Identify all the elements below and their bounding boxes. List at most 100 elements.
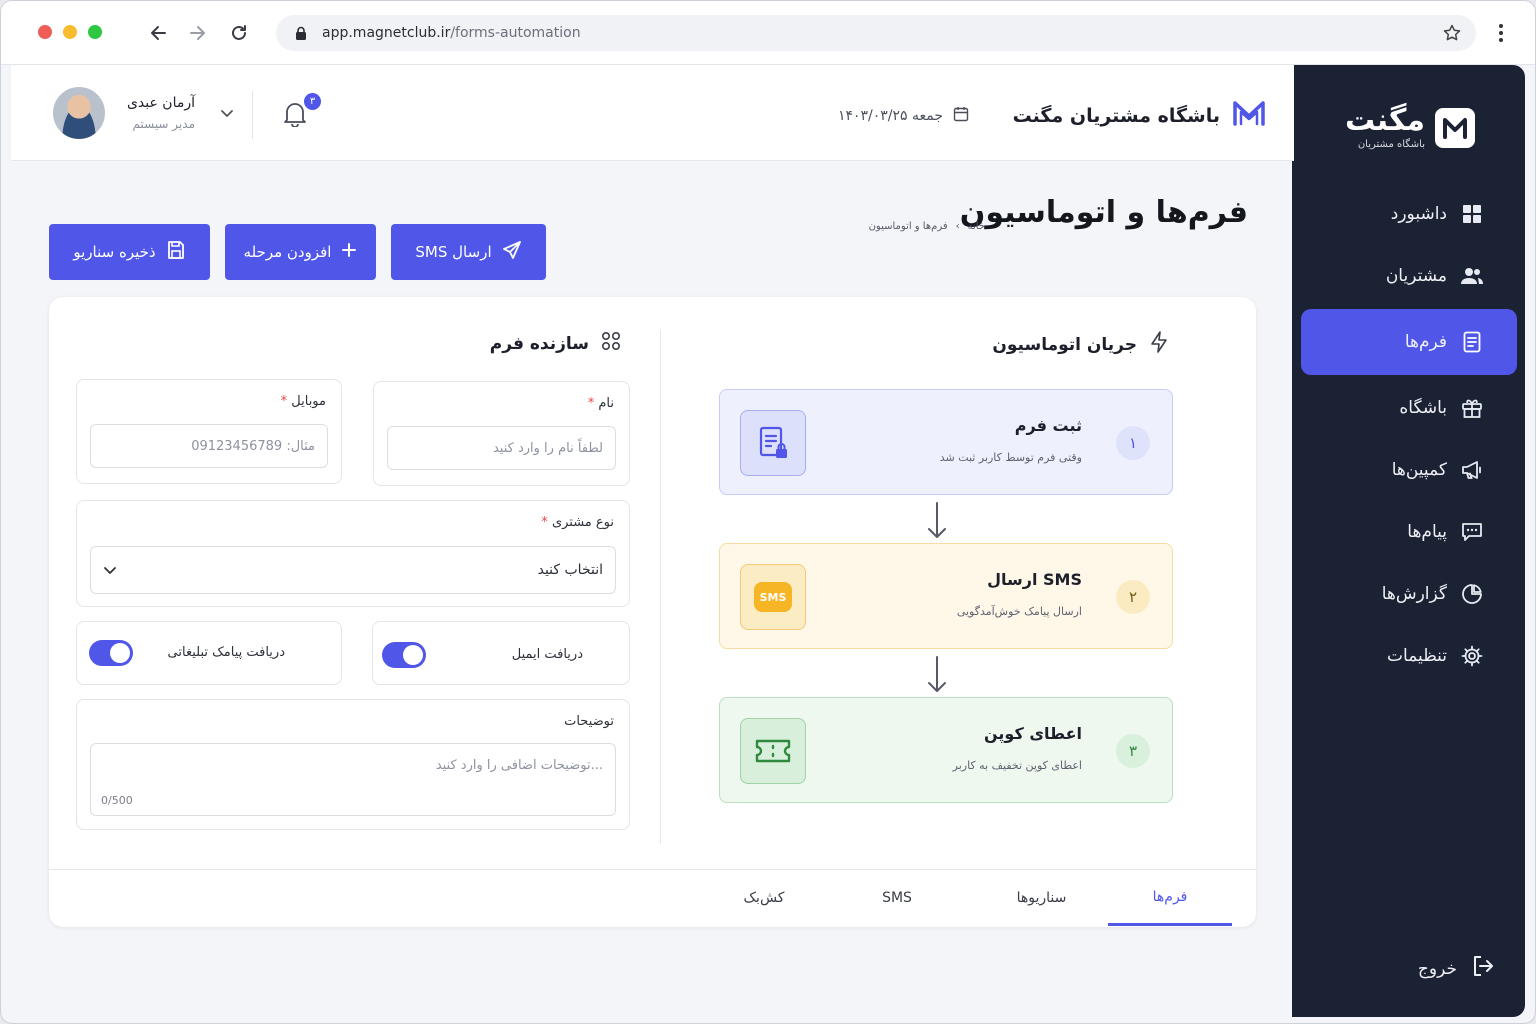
- grid-dots-icon: [601, 331, 621, 356]
- back-arrow-icon[interactable]: [145, 19, 173, 47]
- save-scenario-label: ذخیره سناریو: [73, 243, 156, 261]
- name-label: نام *: [587, 396, 614, 411]
- email-toggle-card: دریافت ایمیل: [372, 621, 630, 685]
- gear-icon: [1461, 645, 1483, 667]
- sidebar-item-label: باشگاه: [1399, 398, 1447, 418]
- customer-type-card: نوع مشتری * انتخاب کنید: [76, 500, 630, 607]
- bell-icon: [283, 103, 307, 131]
- sidebar-menu: داشبورد مشتریان فرم‌ها باشگاه: [1301, 183, 1517, 687]
- add-step-label: افزودن مرحله: [243, 243, 332, 261]
- notification-badge: ۳: [304, 93, 321, 110]
- user-menu[interactable]: آرمان عبدی مدیر سیستم: [51, 85, 235, 141]
- flow-step-send-sms[interactable]: ۲ ارسال SMS ارسال پیامک خوش‌آمدگویی SMS: [719, 543, 1173, 649]
- sidebar-item-label: گزارش‌ها: [1381, 584, 1447, 604]
- sidebar-item-label: مشتریان: [1385, 266, 1447, 286]
- promo-sms-toggle-card: دریافت پیامک تبلیغاتی: [76, 621, 342, 685]
- step-number: ۲: [1116, 580, 1150, 614]
- step-title: ارسال SMS: [987, 570, 1082, 589]
- add-step-button[interactable]: افزودن مرحله: [225, 224, 376, 280]
- close-window-button[interactable]: [38, 25, 52, 39]
- flow-step-give-coupon[interactable]: ۳ اعطای کوپن اعطای کوپن تخفیف به کاربر: [719, 697, 1173, 803]
- tab-forms[interactable]: فرم‌ها: [1108, 870, 1232, 926]
- browser-menu-icon[interactable]: [1491, 21, 1511, 45]
- tab-sms[interactable]: SMS: [857, 870, 937, 926]
- form-builder-header: سازنده فرم: [490, 331, 621, 356]
- arrow-down-icon: [925, 501, 949, 541]
- customer-type-label: نوع مشتری *: [541, 515, 614, 530]
- promo-sms-label: دریافت پیامک تبلیغاتی: [167, 645, 285, 660]
- sidebar-item-forms[interactable]: فرم‌ها: [1301, 309, 1517, 375]
- user-name: آرمان عبدی: [126, 95, 195, 111]
- chevron-down-icon: [103, 563, 117, 581]
- notes-counter: 0/500: [101, 794, 133, 807]
- address-bar[interactable]: app.magnetclub.ir/forms-automation: [276, 15, 1476, 51]
- top-bar: باشگاه مشتریان مگنت جمعه ۱۴۰۳/۰۳/۲۵ ۳ آر…: [11, 65, 1294, 161]
- tab-cashback[interactable]: کش‌بک: [724, 870, 804, 926]
- sms-bubble-icon: SMS: [740, 564, 806, 630]
- sidebar-item-dashboard[interactable]: داشبورد: [1301, 183, 1517, 245]
- browser-window: app.magnetclub.ir/forms-automation مگنت …: [0, 0, 1536, 1024]
- arrow-down-icon: [925, 655, 949, 695]
- breadcrumb: خانه › فرم‌ها و اتوماسیون: [869, 221, 985, 232]
- browser-chrome: app.magnetclub.ir/forms-automation: [1, 1, 1535, 65]
- reload-icon[interactable]: [225, 19, 253, 47]
- users-icon: [1461, 265, 1483, 287]
- step-number: ۳: [1116, 734, 1150, 768]
- save-icon: [166, 240, 186, 264]
- ticket-icon: [740, 718, 806, 784]
- step-title: ثبت فرم: [1014, 416, 1082, 435]
- form-builder-title: سازنده فرم: [489, 333, 589, 354]
- save-scenario-button[interactable]: ذخیره سناریو: [49, 224, 210, 280]
- avatar: [51, 85, 107, 141]
- sidebar-item-label: پیام‌ها: [1407, 522, 1447, 542]
- bookmark-star-icon[interactable]: [1442, 23, 1462, 43]
- maximize-window-button[interactable]: [88, 25, 102, 39]
- notifications-button[interactable]: ۳: [283, 93, 321, 131]
- app-title: باشگاه مشتریان مگنت: [1012, 104, 1220, 127]
- magnet-logo-icon: [1435, 107, 1475, 148]
- promo-sms-toggle[interactable]: [89, 640, 133, 666]
- notes-textarea[interactable]: توضیحات اضافی را وارد کنید... 0/500: [90, 743, 616, 816]
- breadcrumb-separator: ›: [955, 221, 960, 232]
- page-title: فرم‌ها و اتوماسیون: [959, 195, 1248, 230]
- url-text: app.magnetclub.ir/forms-automation: [322, 25, 581, 41]
- step-number: ۱: [1116, 426, 1150, 460]
- name-input[interactable]: لطفاً نام را وارد کنید: [387, 426, 616, 470]
- pie-chart-icon: [1461, 583, 1483, 605]
- email-toggle-label: دریافت ایمیل: [511, 647, 583, 662]
- flow-step-form-submit[interactable]: ۱ ثبت فرم وقتی فرم توسط کاربر ثبت شد: [719, 389, 1173, 495]
- email-toggle[interactable]: [382, 642, 426, 668]
- lightning-icon: [1149, 331, 1169, 358]
- divider: [252, 91, 253, 139]
- brand-subtitle: باشگاه مشتریان: [1357, 139, 1425, 150]
- mobile-input[interactable]: مثال: 09123456789: [90, 424, 328, 468]
- logout-icon: [1471, 954, 1495, 983]
- name-field-card: نام * لطفاً نام را وارد کنید: [373, 381, 630, 486]
- logout-label: خروج: [1417, 958, 1457, 979]
- sidebar-item-messages[interactable]: پیام‌ها: [1301, 501, 1517, 563]
- sidebar-item-label: تنظیمات: [1387, 646, 1447, 666]
- sidebar-item-customers[interactable]: مشتریان: [1301, 245, 1517, 307]
- sidebar-item-campaigns[interactable]: کمپین‌ها: [1301, 439, 1517, 501]
- brand-name: مگنت: [1344, 103, 1425, 138]
- sidebar: مگنت باشگاه مشتریان داشبورد مشتریان فرم‌…: [1292, 65, 1525, 1017]
- form-icon: [1461, 331, 1483, 353]
- user-role: مدیر سیستم: [132, 117, 196, 131]
- logout-button[interactable]: خروج: [1418, 954, 1495, 983]
- lock-icon: [294, 26, 308, 40]
- step-description: وقتی فرم توسط کاربر ثبت شد: [939, 451, 1082, 464]
- brand-logo-group[interactable]: مگنت باشگاه مشتریان: [1345, 105, 1475, 150]
- customer-type-select[interactable]: انتخاب کنید: [90, 546, 616, 594]
- sidebar-item-club[interactable]: باشگاه: [1301, 377, 1517, 439]
- send-sms-button[interactable]: ارسال SMS: [391, 224, 546, 280]
- breadcrumb-current: فرم‌ها و اتوماسیون: [868, 221, 948, 232]
- sidebar-item-settings[interactable]: تنظیمات: [1301, 625, 1517, 687]
- tab-scenarios[interactable]: سناریوها: [989, 870, 1094, 926]
- main-card: جریان اتوماسیون ۱ ثبت فرم وقتی فرم توسط …: [49, 297, 1256, 927]
- sidebar-item-reports[interactable]: گزارش‌ها: [1301, 563, 1517, 625]
- megaphone-icon: [1461, 459, 1483, 481]
- minimize-window-button[interactable]: [63, 25, 77, 39]
- forward-arrow-icon[interactable]: [183, 19, 211, 47]
- breadcrumb-home[interactable]: خانه: [968, 221, 985, 232]
- plus-icon: [341, 242, 357, 262]
